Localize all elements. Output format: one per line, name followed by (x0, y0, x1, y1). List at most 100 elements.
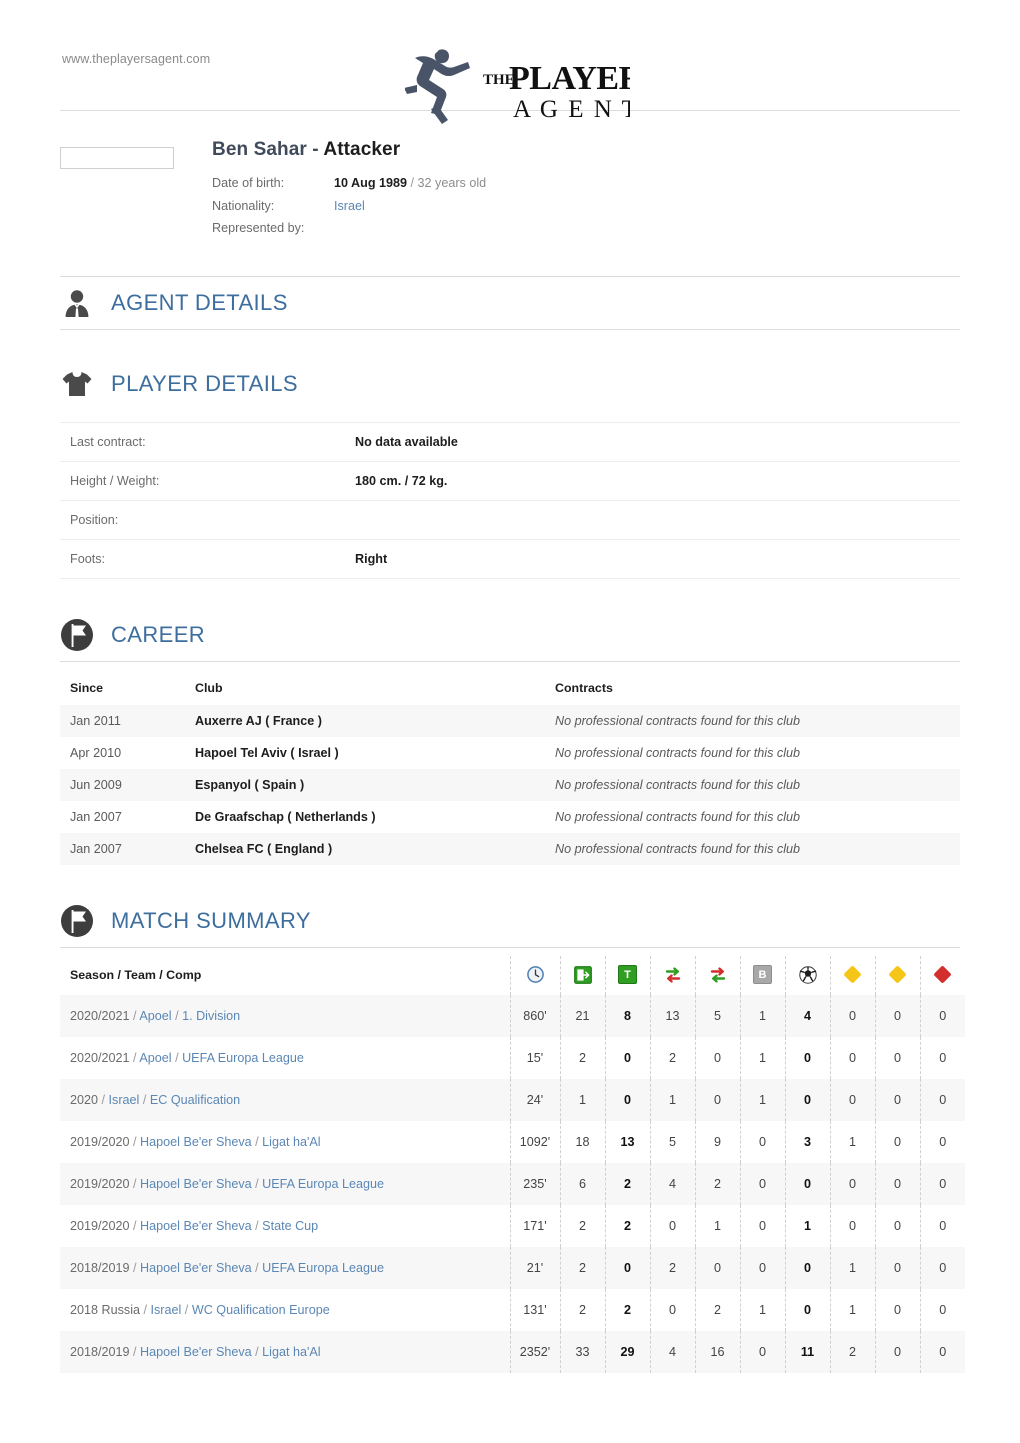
match-team-link[interactable]: Israel (109, 1093, 140, 1107)
match-competition-link[interactable]: Ligat ha'Al (262, 1345, 320, 1359)
separator: / (98, 1092, 109, 1107)
match-stat-substituted-in: 16 (694, 1330, 740, 1373)
match-season-cell: 2018/2019 / Hapoel Be'er Sheva / Ligat h… (60, 1331, 510, 1373)
match-stat-second-yellow-cards: 0 (874, 1162, 920, 1205)
match-team-link[interactable]: Apoel (139, 1051, 171, 1065)
flag-badge-icon (60, 904, 94, 938)
match-stat-bench: 1 (739, 1078, 785, 1121)
match-team-link[interactable]: Hapoel Be'er Sheva (140, 1345, 252, 1359)
match-stat-substituted-in: 0 (694, 1078, 740, 1121)
soccer-ball-icon (786, 965, 830, 984)
table-row: Height / Weight: 180 cm. / 72 kg. (60, 461, 960, 501)
match-stat-appearances: 2 (559, 1288, 605, 1331)
table-row: Apr 2010 Hapoel Tel Aviv ( Israel ) No p… (60, 737, 960, 769)
separator: / (129, 1218, 141, 1233)
logo-agent: A G E N T (513, 96, 630, 123)
match-season: 2019/2020 (70, 1218, 130, 1233)
site-url: www.theplayersagent.com (62, 52, 211, 66)
table-row: 2019/2020 / Hapoel Be'er Sheva / UEFA Eu… (60, 1162, 965, 1205)
separator: / (171, 1008, 183, 1023)
career-since: Jan 2011 (70, 713, 121, 728)
match-stat-minutes-played: 24' (509, 1078, 560, 1121)
match-competition-link[interactable]: 1. Division (182, 1009, 240, 1023)
clock-icon (511, 966, 560, 984)
match-stat-substituted-out: 1 (649, 1078, 695, 1121)
match-stat-bench: 0 (739, 1162, 785, 1205)
separator: / (139, 1092, 150, 1107)
match-stat-second-yellow-cards: 0 (874, 1246, 920, 1289)
match-stat-substituted-in: 0 (694, 1036, 740, 1079)
match-competition-link[interactable]: State Cup (262, 1219, 318, 1233)
match-stat-substituted-in: 2 (694, 1288, 740, 1331)
match-stat-goals: 4 (784, 994, 830, 1037)
match-team-link[interactable]: Hapoel Be'er Sheva (140, 1219, 252, 1233)
person-icon (60, 286, 94, 320)
career-club: Chelsea FC ( England ) (195, 841, 333, 856)
dob-value: 10 Aug 1989 (334, 176, 408, 190)
career-club: Espanyol ( Spain ) (195, 777, 305, 792)
match-competition-link[interactable]: WC Qualification Europe (192, 1303, 330, 1317)
table-row: Jun 2009 Espanyol ( Spain ) No professio… (60, 768, 960, 801)
bench-box-icon: B (741, 965, 785, 984)
table-row: Last contract: No data available (60, 421, 960, 462)
match-competition-link[interactable]: Ligat ha'Al (262, 1135, 320, 1149)
player-details-table: Last contract: No data available Height … (60, 421, 960, 579)
separator: / (129, 1260, 141, 1275)
match-competition-link[interactable]: UEFA Europa League (262, 1177, 384, 1191)
nationality-link[interactable]: Israel (334, 199, 365, 213)
match-header-row: Season / Team / Comp T B (60, 955, 965, 995)
dob-row: Date of birth: 10 Aug 1989 / 32 years ol… (212, 172, 960, 195)
table-row: Jan 2011 Auxerre AJ ( France ) No profes… (60, 704, 960, 737)
career-table: Since Club Contracts Jan 2011 Auxerre AJ… (60, 672, 960, 865)
match-competition-link[interactable]: UEFA Europa League (182, 1051, 304, 1065)
career-since: Jun 2009 (70, 777, 122, 792)
section-title-match-summary: MATCH SUMMARY (111, 907, 311, 933)
separator: / (251, 1344, 263, 1359)
match-season-cell: 2018/2019 / Hapoel Be'er Sheva / UEFA Eu… (60, 1247, 510, 1289)
match-stat-red-cards: 0 (919, 1120, 965, 1163)
match-team-link[interactable]: Hapoel Be'er Sheva (140, 1261, 252, 1275)
career-table-body: Jan 2011 Auxerre AJ ( France ) No profes… (60, 704, 960, 865)
career-contracts: No professional contracts found for this… (555, 777, 801, 792)
detail-label: Height / Weight: (60, 461, 345, 501)
match-competition-link[interactable]: EC Qualification (150, 1093, 240, 1107)
match-stat-appearances: 2 (559, 1204, 605, 1247)
match-stat-goals: 0 (784, 1036, 830, 1079)
match-competition-link[interactable]: UEFA Europa League (262, 1261, 384, 1275)
match-stat-appearances: 33 (559, 1330, 605, 1373)
match-stat-bench: 1 (739, 994, 785, 1037)
match-team-link[interactable]: Hapoel Be'er Sheva (140, 1177, 252, 1191)
players-agent-logo: THE PLAYERS' A G E N T (405, 44, 630, 124)
logo-players: PLAYERS' (509, 60, 630, 97)
match-stat-substituted-out: 4 (649, 1330, 695, 1373)
match-stat-appearances: 6 (559, 1162, 605, 1205)
career-club: De Graafschap ( Netherlands ) (195, 809, 376, 824)
match-stat-substituted-in: 0 (694, 1246, 740, 1289)
match-stat-red-cards: 0 (919, 1330, 965, 1373)
match-stat-substituted-out: 0 (649, 1204, 695, 1247)
represented-by-label: Represented by: (212, 221, 305, 235)
match-stat-bench: 0 (739, 1204, 785, 1247)
separator: / (251, 1260, 263, 1275)
match-stat-second-yellow-cards: 0 (874, 1204, 920, 1247)
match-stat-starting-eleven: 0 (604, 1246, 650, 1289)
detail-value: No data available (345, 421, 960, 462)
match-stat-red-cards: 0 (919, 1162, 965, 1205)
match-season: 2018/2019 (70, 1344, 130, 1359)
section-title-agent-details: AGENT DETAILS (111, 289, 288, 315)
dob-label: Date of birth: (212, 176, 285, 190)
match-team-link[interactable]: Hapoel Be'er Sheva (140, 1135, 252, 1149)
match-team-link[interactable]: Apoel (139, 1009, 171, 1023)
match-season-cell: 2020 / Israel / EC Qualification (60, 1079, 510, 1121)
player-position-title: Attacker (323, 139, 401, 160)
match-stat-yellow-cards: 1 (829, 1246, 875, 1289)
match-stat-yellow-cards: 2 (829, 1330, 875, 1373)
table-row: 2019/2020 / Hapoel Be'er Sheva / Ligat h… (60, 1120, 965, 1163)
match-team-link[interactable]: Israel (151, 1303, 182, 1317)
player-header: Ben Sahar - Attacker Date of birth: 10 A… (0, 111, 1020, 240)
match-stat-starting-eleven: 2 (604, 1162, 650, 1205)
match-stat-substituted-in: 5 (694, 994, 740, 1037)
sub-in-icon (696, 966, 740, 984)
separator: / (129, 1008, 140, 1023)
career-since: Apr 2010 (70, 745, 122, 760)
